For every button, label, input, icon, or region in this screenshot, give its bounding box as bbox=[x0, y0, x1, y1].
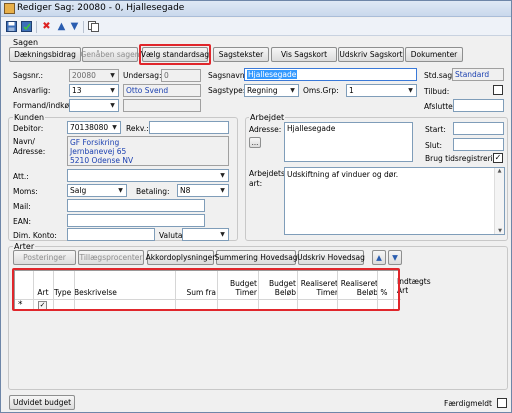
window: Rediger Sag: 20080 - 0, Hjallesegade ✖ ▲… bbox=[0, 0, 512, 413]
arrow-up-icon[interactable]: ▲ bbox=[55, 20, 68, 33]
sagsnr-field: 20080 ▼ bbox=[69, 69, 119, 82]
copy-icon[interactable] bbox=[87, 20, 100, 33]
rekv-label: Rekv.: bbox=[126, 124, 149, 133]
tillaegsprocenter-button[interactable]: Tillægsprocenter bbox=[78, 250, 144, 265]
kunden-title: Kunden bbox=[13, 113, 46, 122]
chevron-down-icon: ▼ bbox=[220, 231, 225, 238]
sagsnavn-label: Sagsnavn: bbox=[208, 71, 248, 80]
chevron-down-icon: ▼ bbox=[290, 87, 295, 94]
ansvarlig-select[interactable]: 13 ▼ bbox=[69, 84, 119, 97]
customer-address: GF Forsikring Jernbanevej 65 5210 Odense… bbox=[67, 136, 229, 166]
undersag-label: Undersag: bbox=[123, 71, 162, 80]
omsgrp-select[interactable]: 1 ▼ bbox=[346, 84, 417, 97]
navn-adresse-label: Navn/ Adresse: bbox=[13, 137, 46, 156]
save-icon[interactable] bbox=[5, 20, 18, 33]
udvidet-budget-button[interactable]: Udvidet budget bbox=[9, 395, 75, 410]
udskriv-hovedsag-button[interactable]: Udskriv Hovedsag bbox=[297, 250, 365, 265]
address-line: Jernbanevej 65 bbox=[70, 147, 127, 156]
art-scrollbar[interactable]: ▲ ▼ bbox=[494, 168, 504, 234]
sagstekster-button[interactable]: Sagstekster bbox=[213, 47, 269, 62]
chevron-down-icon: ▼ bbox=[220, 187, 225, 194]
tilbud-label: Tilbud: bbox=[424, 87, 450, 96]
faerdigmeldt-label: Færdigmeldt bbox=[444, 399, 492, 408]
save-close-icon[interactable] bbox=[20, 20, 33, 33]
arbejdet-title: Arbejdet bbox=[249, 113, 286, 122]
window-title: Rediger Sag: 20080 - 0, Hjallesegade bbox=[17, 3, 185, 13]
faerdigmeldt-checkbox[interactable] bbox=[497, 398, 507, 408]
title-bar: Rediger Sag: 20080 - 0, Hjallesegade bbox=[1, 1, 511, 17]
omsgrp-label: Oms.Grp: bbox=[303, 86, 339, 95]
highlight-vaelg-standardsag bbox=[139, 44, 211, 65]
att-select[interactable]: ▼ bbox=[67, 169, 229, 182]
rekv-input[interactable] bbox=[149, 121, 229, 134]
start-label: Start: bbox=[425, 125, 446, 134]
col-indtaegts-art[interactable]: Indtægts Art bbox=[397, 269, 431, 297]
debitor-input[interactable]: 70138080 ▼ bbox=[67, 121, 121, 134]
stdsag-field: Standard bbox=[452, 68, 504, 81]
dokumenter-button[interactable]: Dokumenter bbox=[405, 47, 463, 62]
stdsag-label: Std.sag: bbox=[424, 71, 455, 80]
ean-input[interactable] bbox=[67, 214, 205, 227]
ean-label: EAN: bbox=[13, 217, 32, 226]
slut-label: Slut: bbox=[425, 141, 443, 150]
sagsnavn-input[interactable]: Hjallesegade bbox=[244, 68, 417, 81]
formand-name bbox=[123, 99, 201, 112]
delete-icon[interactable]: ✖ bbox=[40, 20, 53, 33]
slut-input[interactable] bbox=[453, 138, 504, 151]
posteringer-button[interactable]: Posteringer bbox=[13, 250, 76, 265]
chevron-down-icon: ▼ bbox=[112, 124, 117, 131]
ansvarlig-label: Ansvarlig: bbox=[13, 86, 51, 95]
start-input[interactable] bbox=[453, 122, 504, 135]
arbejdets-art-textarea[interactable]: Udskiftning af vinduer og dør. bbox=[284, 167, 505, 235]
formand-select[interactable]: ▼ bbox=[69, 99, 119, 112]
genaaben-sagen-button[interactable]: Genåben sagen bbox=[81, 47, 139, 62]
udskriv-sagskort-button[interactable]: Udskriv Sagskort bbox=[338, 47, 404, 62]
chevron-down-icon: ▼ bbox=[118, 187, 123, 194]
summering-hovedsag-button[interactable]: Summering Hovedsag bbox=[214, 250, 298, 265]
dimkonto-input[interactable] bbox=[67, 228, 155, 241]
afsluttet-input[interactable] bbox=[453, 99, 504, 112]
sagsnr-label: Sagsnr.: bbox=[13, 71, 44, 80]
akkordoplysninger-button[interactable]: Akkordoplysninger bbox=[146, 250, 215, 265]
sagstype-label: Sagstype: bbox=[208, 86, 246, 95]
arbejdet-adresse-input[interactable]: Hjallesegade bbox=[284, 122, 413, 162]
address-line: GF Forsikring bbox=[70, 138, 120, 147]
mail-label: Mail: bbox=[13, 202, 31, 211]
arbejdet-adresse-label: Adresse: bbox=[249, 125, 282, 134]
arbejdets-art-label: Arbejdets art: bbox=[249, 169, 285, 188]
mail-input[interactable] bbox=[67, 199, 205, 212]
brug-tidsregistrering-label: Brug tidsregistrering bbox=[425, 154, 503, 163]
move-up-icon[interactable]: ▲ bbox=[372, 250, 386, 265]
moms-select[interactable]: Salg ▼ bbox=[67, 184, 127, 197]
undersag-field: 0 bbox=[161, 69, 201, 82]
att-label: Att.: bbox=[13, 172, 29, 181]
brug-tidsregistrering-checkbox[interactable]: ✓ bbox=[493, 153, 503, 163]
tilbud-checkbox[interactable] bbox=[493, 85, 503, 95]
chevron-down-icon: ▼ bbox=[408, 87, 413, 94]
daekningsbidrag-button[interactable]: Dækningsbidrag bbox=[9, 47, 81, 62]
app-icon bbox=[4, 3, 15, 14]
chevron-down-icon: ▼ bbox=[110, 102, 115, 109]
sagstype-select[interactable]: Regning ▼ bbox=[244, 84, 299, 97]
ansvarlig-name: Otto Svend bbox=[123, 84, 201, 97]
toolbar: ✖ ▲ ▼ bbox=[1, 18, 511, 36]
betaling-label: Betaling: bbox=[136, 187, 170, 196]
move-down-icon[interactable]: ▼ bbox=[388, 250, 402, 265]
betaling-select[interactable]: N8 ▼ bbox=[177, 184, 229, 197]
vis-sagskort-button[interactable]: Vis Sagskort bbox=[271, 47, 337, 62]
debitor-label: Debitor: bbox=[13, 124, 44, 133]
adresse-lookup-button[interactable]: ... bbox=[249, 137, 261, 148]
address-line: 5210 Odense NV bbox=[70, 156, 134, 165]
moms-label: Moms: bbox=[13, 187, 38, 196]
valuta-select[interactable]: ▼ bbox=[182, 228, 229, 241]
section-sagen: Sagen bbox=[13, 38, 39, 47]
chevron-down-icon: ▼ bbox=[220, 172, 225, 179]
chevron-down-icon: ▼ bbox=[110, 87, 115, 94]
arrow-down-icon[interactable]: ▼ bbox=[68, 20, 81, 33]
dimkonto-label: Dim. Konto: bbox=[13, 231, 57, 240]
highlight-arter-grid bbox=[12, 268, 400, 311]
